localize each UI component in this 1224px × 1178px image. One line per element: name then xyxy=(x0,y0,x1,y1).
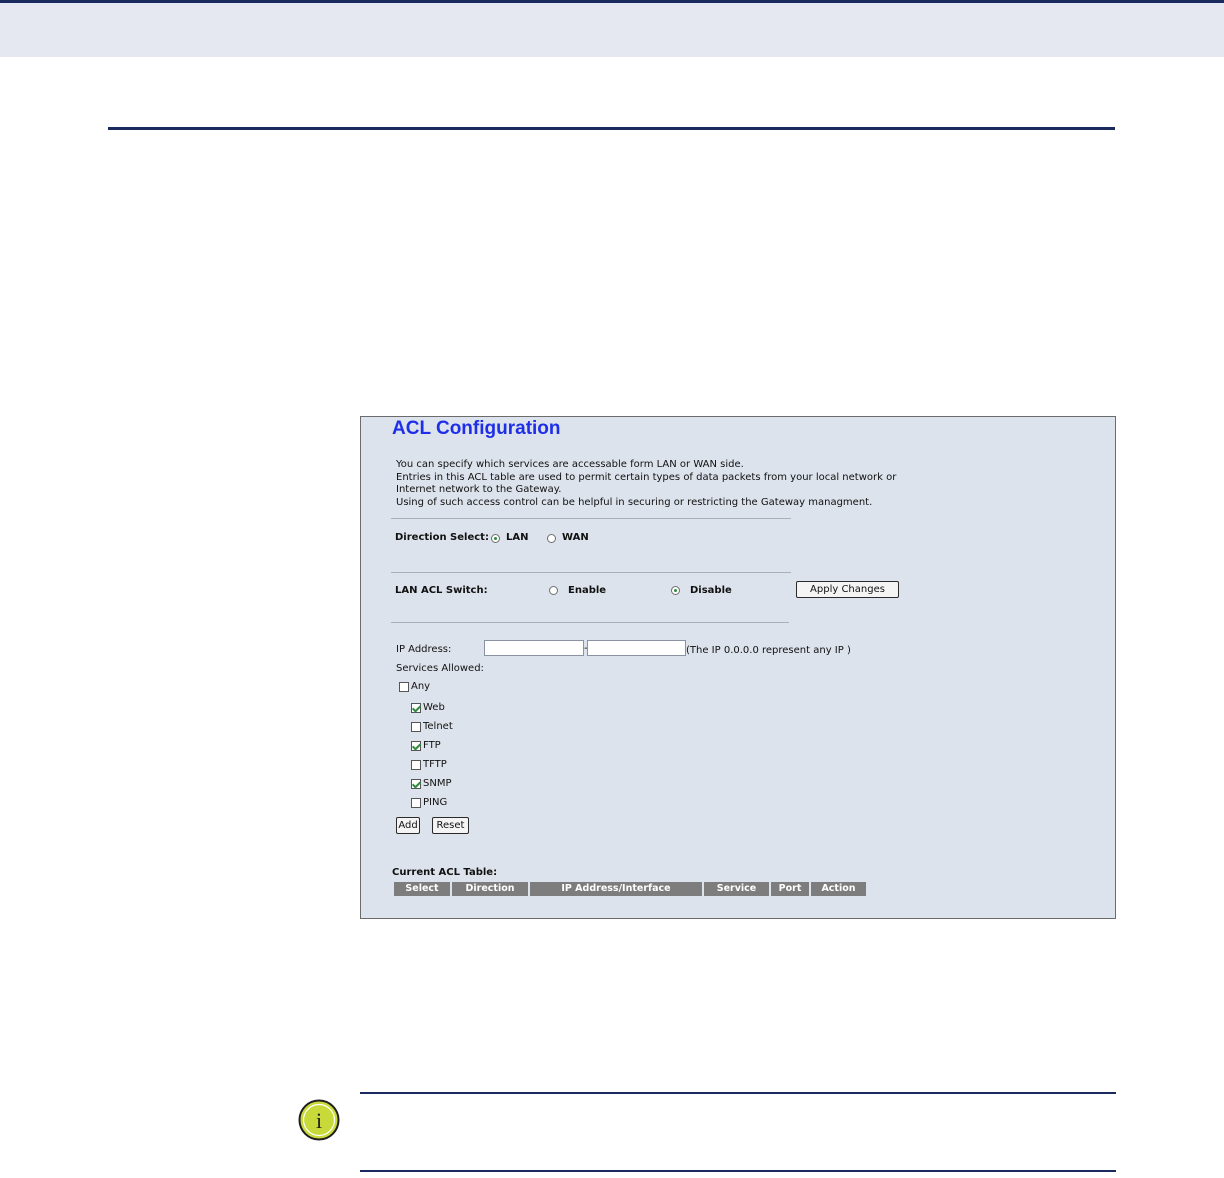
add-button[interactable]: Add xyxy=(396,817,420,834)
service-tftp-checkbox[interactable] xyxy=(411,760,421,770)
table-header-ip-address: IP Address/Interface xyxy=(530,882,702,896)
description-line: Entries in this ACL table are used to pe… xyxy=(396,471,897,483)
service-telnet-label: Telnet xyxy=(423,721,453,732)
info-icon-glyph: i xyxy=(316,1108,322,1133)
service-telnet-checkbox[interactable] xyxy=(411,722,421,732)
acl-description: You can specify which services are acces… xyxy=(396,459,896,509)
table-header-service: Service xyxy=(704,882,769,896)
ip-end-input[interactable] xyxy=(587,640,686,656)
service-ping-label: PING xyxy=(423,797,448,808)
table-header-port: Port xyxy=(771,882,809,896)
service-any-checkbox[interactable] xyxy=(399,682,409,692)
service-snmp-checkbox[interactable] xyxy=(411,779,421,789)
service-any-label: Any xyxy=(411,681,431,692)
service-tftp-label: TFTP xyxy=(423,759,447,770)
direction-wan-radio[interactable] xyxy=(547,534,556,543)
direction-lan-label: LAN xyxy=(506,532,529,543)
description-line: Using of such access control can be help… xyxy=(396,496,873,508)
service-ping-checkbox[interactable] xyxy=(411,798,421,808)
lan-acl-switch-label: LAN ACL Switch: xyxy=(395,585,488,596)
service-ftp-checkbox[interactable] xyxy=(411,741,421,751)
direction-lan-radio[interactable] xyxy=(491,534,500,543)
reset-button[interactable]: Reset xyxy=(432,817,469,834)
table-header-action: Action xyxy=(811,882,866,896)
acl-disable-label: Disable xyxy=(690,585,732,596)
acl-configuration-screenshot: ACL Configuration You can specify which … xyxy=(360,416,1116,919)
ip-address-label: IP Address: xyxy=(396,644,452,655)
current-acl-table-title: Current ACL Table: xyxy=(392,867,498,878)
acl-enable-label: Enable xyxy=(568,585,607,596)
description-line: Internet network to the Gateway. xyxy=(396,484,562,495)
ip-hint: (The IP 0.0.0.0 represent any IP ) xyxy=(686,645,851,656)
service-snmp-label: SNMP xyxy=(423,778,452,789)
service-ftp-label: FTP xyxy=(423,740,441,751)
note-top-rule xyxy=(360,1092,1116,1094)
page-title: ACL Configuration xyxy=(392,418,561,439)
acl-enable-radio[interactable] xyxy=(549,586,558,595)
table-header-direction: Direction xyxy=(452,882,528,896)
section-divider xyxy=(108,127,1115,130)
page-header-bar xyxy=(0,0,1224,57)
info-icon: i xyxy=(298,1099,340,1141)
direction-select-label: Direction Select: xyxy=(395,532,489,543)
ip-start-input[interactable] xyxy=(484,640,584,656)
divider xyxy=(391,518,791,519)
divider xyxy=(391,572,791,573)
acl-disable-radio[interactable] xyxy=(671,586,680,595)
table-header-select: Select xyxy=(394,882,450,896)
description-line: You can specify which services are acces… xyxy=(396,459,744,470)
divider xyxy=(391,622,789,623)
note-bottom-rule xyxy=(360,1170,1116,1172)
apply-changes-button[interactable]: Apply Changes xyxy=(796,581,899,598)
service-web-label: Web xyxy=(423,702,445,713)
service-web-checkbox[interactable] xyxy=(411,703,421,713)
direction-wan-label: WAN xyxy=(562,532,589,543)
services-allowed-label: Services Allowed: xyxy=(396,663,484,674)
